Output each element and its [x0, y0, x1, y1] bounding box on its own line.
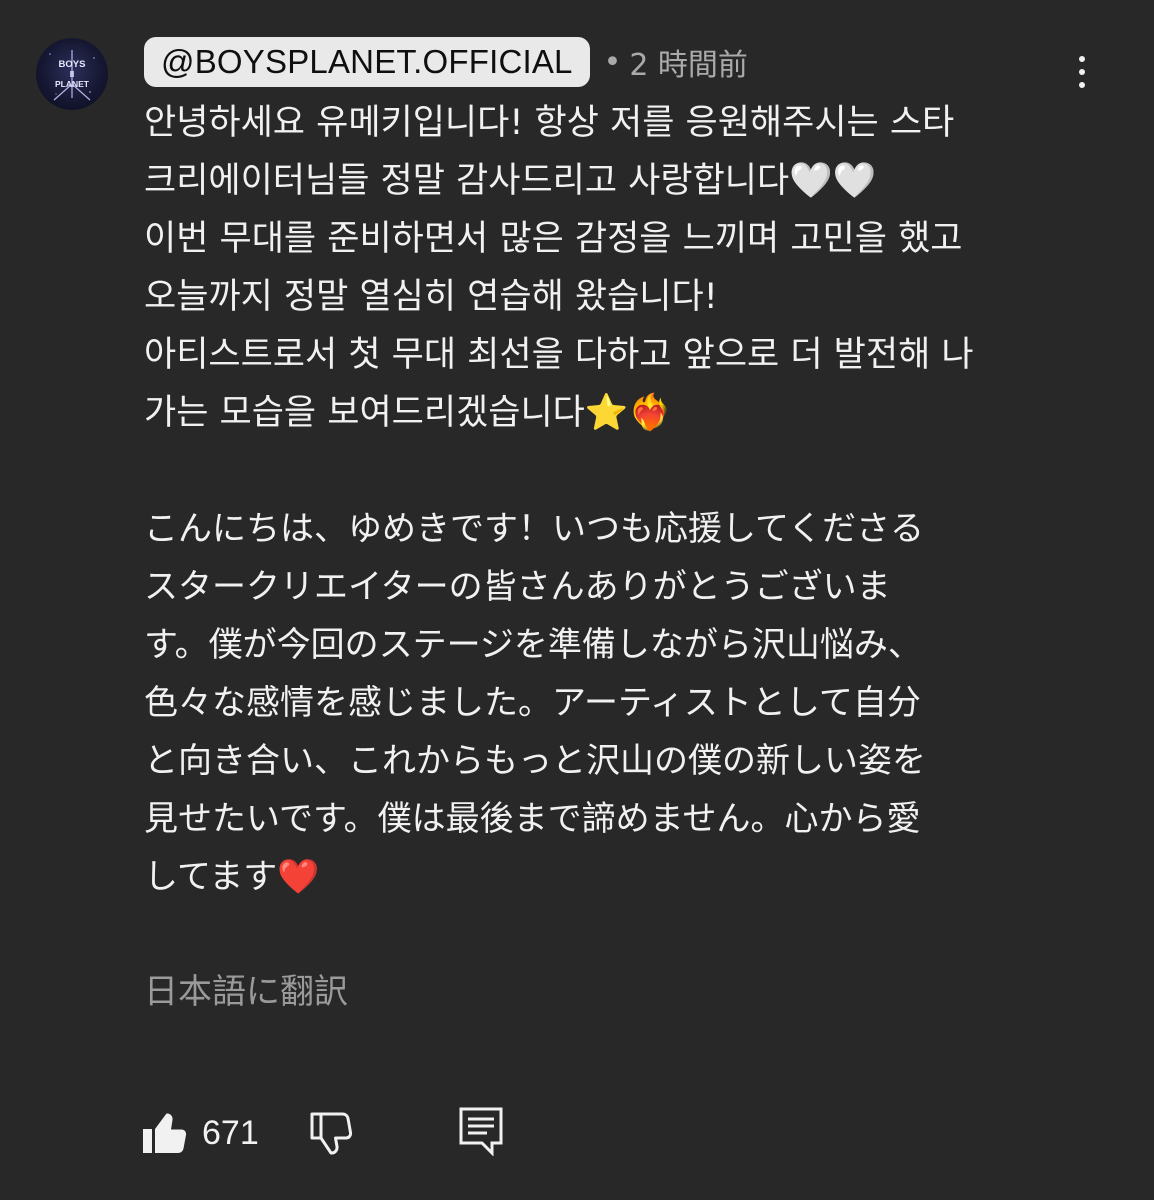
boys-planet-logo: BOYS II PLANET [49, 50, 95, 101]
separator-dot: • [603, 44, 622, 80]
comment-line: 아티스트로서 첫 무대 최선을 다하고 앞으로 더 발전해 나 [144, 335, 974, 375]
translate-button[interactable]: 日本語に翻訳 [144, 966, 348, 1018]
comment-line: 안녕하세요 유메키입니다! 항상 저를 응원해주시는 스타 [144, 103, 955, 143]
comment-body: 안녕하세요 유메키입니다! 항상 저를 응원해주시는 스타 크리에이터님들 정말… [144, 94, 1134, 906]
dislike-button[interactable] [308, 1110, 356, 1158]
logo-word-planet: PLANET [55, 79, 90, 89]
more-options-button[interactable] [1062, 48, 1102, 96]
comment-line: 見せたいです。僕は最後まで諦めません。心から愛 [144, 799, 921, 839]
reply-button[interactable] [458, 1106, 504, 1157]
comment-line: 가는 모습을 보여드리겠습니다⭐️❤️‍🔥 [144, 393, 673, 433]
comment-line: 크리에이터님들 정말 감사드리고 사랑합니다🤍🤍 [144, 161, 877, 201]
more-vert-icon [1079, 56, 1085, 62]
comment-line: してます❤️ [144, 857, 320, 897]
thumbs-down-icon [310, 1112, 353, 1155]
reply-icon [459, 1107, 503, 1157]
comment-line: スタークリエイターの皆さんありがとうございま [144, 567, 891, 607]
comment-line: す。僕が今回のステージを準備しながら沢山悩み、 [144, 625, 922, 665]
channel-avatar[interactable]: BOYS II PLANET [36, 38, 108, 110]
comment-header: @BOYSPLANET.OFFICIAL • 2 時間前 [144, 37, 748, 87]
comment-timestamp[interactable]: 2 時間前 [629, 40, 748, 84]
comment-actions: 671 [140, 1100, 540, 1164]
logo-word-ii: II [70, 70, 74, 79]
comment-line: 色々な感情を感じました。アーティストとして自分 [144, 683, 921, 723]
logo-word-boys: BOYS [59, 59, 86, 70]
comment-line: こんにちは、ゆめきです！いつも応援してくださる [144, 509, 924, 549]
like-button[interactable] [140, 1108, 190, 1158]
thumbs-up-icon [143, 1113, 187, 1153]
comment-line: と向き合い、これからもっと沢山の僕の新しい姿を [144, 741, 926, 781]
comment-line: 이번 무대를 준비하면서 많은 감정을 느끼며 고민을 했고 [144, 219, 963, 259]
comment-line: 오늘까지 정말 열심히 연습해 왔습니다! [144, 277, 718, 317]
like-count: 671 [202, 1114, 259, 1152]
channel-handle[interactable]: @BOYSPLANET.OFFICIAL [144, 37, 590, 87]
